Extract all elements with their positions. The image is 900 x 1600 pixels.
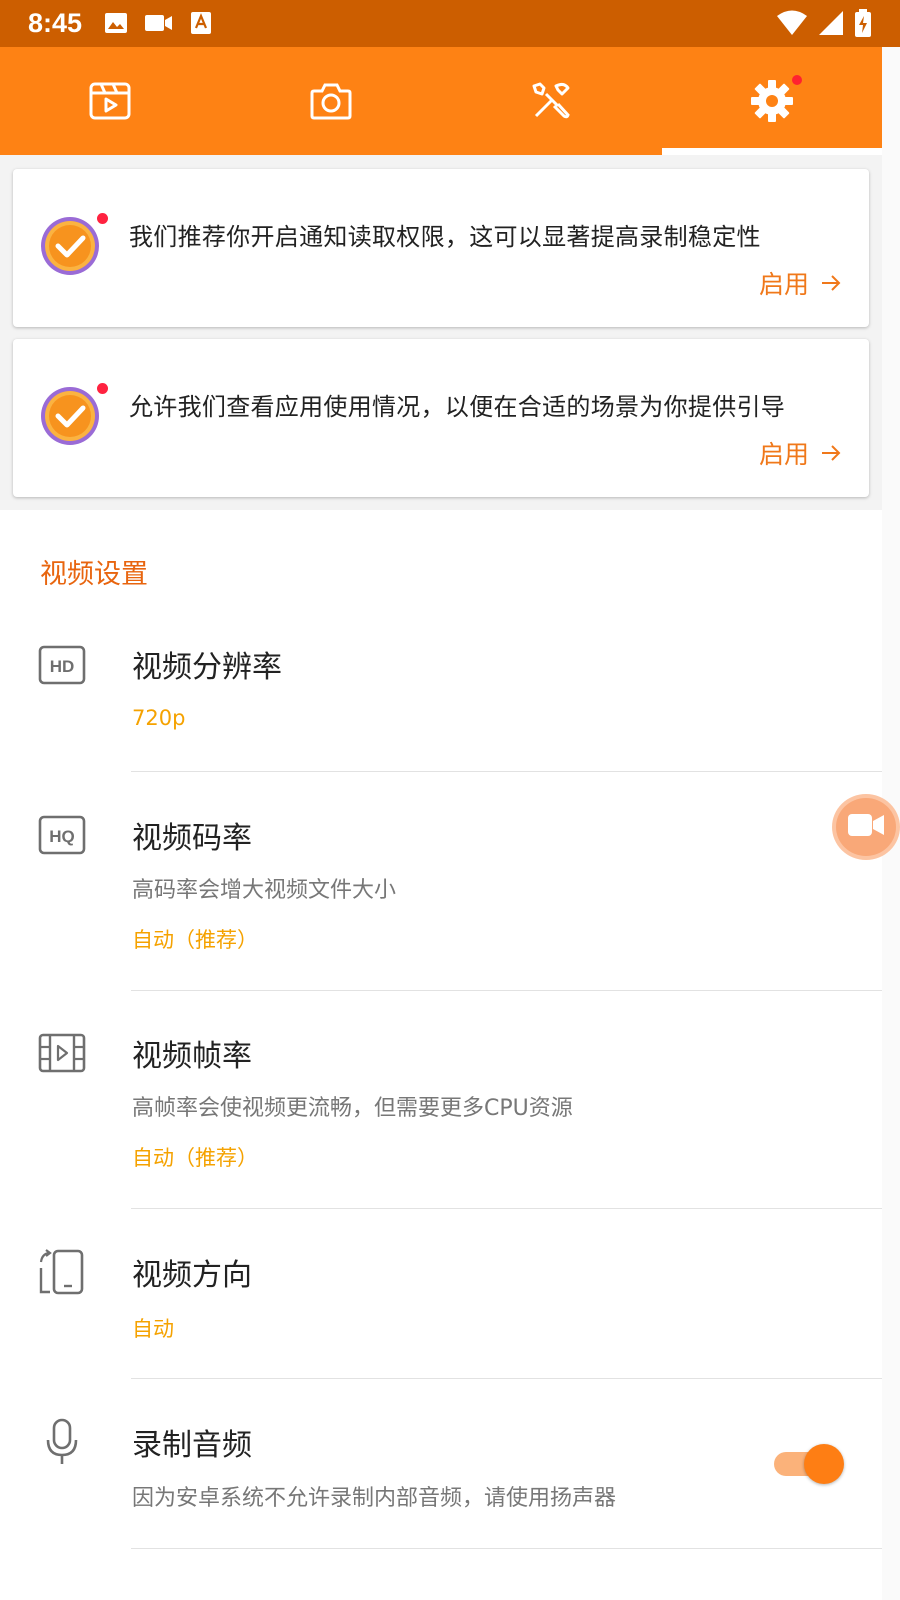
film-frame-icon xyxy=(38,1033,86,1077)
tab-videos[interactable] xyxy=(0,47,221,155)
svg-text:HQ: HQ xyxy=(49,827,75,846)
setting-video-framerate[interactable]: 视频帧率 高帧率会使视频更流畅，但需要更多CPU资源 自动（推荐） xyxy=(0,1008,882,1208)
section-title-video-settings: 视频设置 xyxy=(40,559,148,590)
settings-gear-icon xyxy=(750,79,794,123)
screen-rotation-icon xyxy=(38,1248,86,1300)
divider xyxy=(131,1548,882,1549)
setting-title: 录制音频 xyxy=(132,1428,252,1463)
video-notification-icon xyxy=(144,11,174,35)
status-time: 8:45 xyxy=(28,8,83,38)
arrow-right-icon xyxy=(821,439,841,468)
video-camera-icon xyxy=(846,811,886,843)
camera-icon xyxy=(310,82,352,120)
setting-description: 高码率会增大视频文件大小 xyxy=(132,878,397,903)
tab-screenshot[interactable] xyxy=(221,47,442,155)
setting-title: 视频分辨率 xyxy=(132,650,282,685)
wifi-icon xyxy=(776,10,808,36)
enable-label: 启用 xyxy=(758,270,809,299)
tab-tools[interactable] xyxy=(441,47,662,155)
divider xyxy=(131,1208,882,1209)
hq-icon: HQ xyxy=(38,815,86,859)
arrow-right-icon xyxy=(821,269,841,298)
notification-permission-card[interactable]: 我们推荐你开启通知读取权限，这可以显著提高录制稳定性 启用 xyxy=(13,169,869,327)
alert-dot xyxy=(97,213,108,224)
enable-notification-button[interactable]: 启用 xyxy=(759,265,841,301)
tab-settings[interactable] xyxy=(661,47,883,155)
setting-title: 视频码率 xyxy=(132,821,252,856)
status-bar: 8:45 xyxy=(0,0,900,47)
tools-icon xyxy=(530,80,572,122)
enable-usage-access-button[interactable]: 启用 xyxy=(759,435,841,471)
setting-video-orientation[interactable]: 视频方向 自动 xyxy=(0,1228,882,1378)
text-notification-icon xyxy=(190,11,212,35)
setting-record-audio[interactable]: 录制音频 因为安卓系统不允许录制内部音频，请使用扬声器 xyxy=(0,1398,882,1548)
toggle-knob xyxy=(804,1444,844,1484)
divider xyxy=(131,990,882,991)
setting-description: 高帧率会使视频更流畅，但需要更多CPU资源 xyxy=(132,1096,573,1121)
check-badge-icon xyxy=(39,385,101,447)
setting-title: 视频帧率 xyxy=(132,1039,252,1074)
divider xyxy=(131,1378,882,1379)
alert-dot xyxy=(97,383,108,394)
floating-record-button[interactable] xyxy=(832,794,900,860)
setting-title: 视频方向 xyxy=(132,1258,252,1293)
record-audio-toggle[interactable] xyxy=(774,1444,844,1484)
usage-access-permission-card[interactable]: 允许我们查看应用使用情况，以便在合适的场景为你提供引导 启用 xyxy=(13,339,869,497)
image-notification-icon xyxy=(104,11,128,35)
setting-value: 自动（推荐） xyxy=(132,1146,258,1170)
cell-signal-icon xyxy=(818,10,844,36)
setting-value: 自动（推荐） xyxy=(132,928,258,952)
permission-description: 我们推荐你开启通知读取权限，这可以显著提高录制稳定性 xyxy=(129,223,761,251)
settings-badge-dot xyxy=(791,75,802,85)
permission-description: 允许我们查看应用使用情况，以便在合适的场景为你提供引导 xyxy=(129,393,786,421)
top-tab-bar xyxy=(0,47,882,155)
enable-label: 启用 xyxy=(758,440,809,469)
battery-charging-icon xyxy=(854,9,872,37)
hd-icon: HD xyxy=(38,645,86,689)
setting-video-resolution[interactable]: HD 视频分辨率 720p xyxy=(0,620,882,772)
divider xyxy=(131,771,882,772)
setting-value: 自动 xyxy=(132,1317,174,1341)
setting-value: 720p xyxy=(132,706,186,730)
setting-description: 因为安卓系统不允许录制内部音频，请使用扬声器 xyxy=(132,1486,617,1511)
video-list-icon xyxy=(89,82,131,120)
svg-text:HD: HD xyxy=(50,657,75,676)
microphone-icon xyxy=(44,1418,80,1470)
permission-cards-area: 我们推荐你开启通知读取权限，这可以显著提高录制稳定性 启用 允许我们查看应用使用… xyxy=(0,155,882,510)
setting-video-bitrate[interactable]: HQ 视频码率 高码率会增大视频文件大小 自动（推荐） xyxy=(0,790,882,990)
check-badge-icon xyxy=(39,215,101,277)
